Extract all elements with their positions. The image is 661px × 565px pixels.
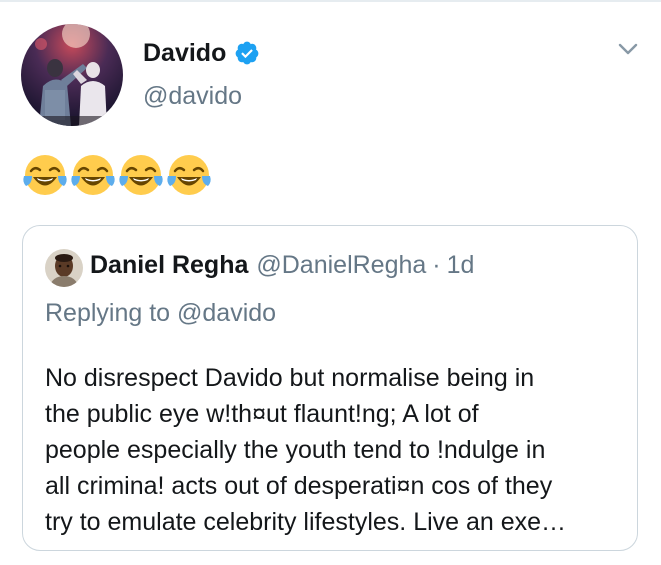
replying-to-label: Replying to @davido	[45, 299, 277, 327]
author-avatar[interactable]	[21, 24, 123, 126]
tweet-text	[22, 152, 212, 198]
face-with-tears-of-joy-emoji	[118, 152, 164, 198]
author-handle[interactable]: @davido	[143, 82, 242, 111]
avatar-image	[21, 24, 123, 126]
verified-badge-icon	[234, 40, 260, 66]
quoted-timestamp: 1d	[446, 251, 475, 279]
face-with-tears-of-joy-emoji	[70, 152, 116, 198]
quoted-text-line: the public eye w!th¤ut flaunt!ng; A lot …	[45, 400, 479, 428]
author-name-row[interactable]: Davido	[143, 36, 260, 70]
top-divider	[0, 0, 661, 2]
quoted-text-line: try to emulate celebrity lifestyles. Liv…	[45, 508, 567, 536]
quoted-avatar-image	[45, 249, 83, 287]
quoted-text-line: No disrespect Davido but normalise being…	[45, 364, 535, 392]
quoted-tweet-text: No disrespect Davido but normalise being…	[45, 360, 625, 540]
quoted-author-avatar	[45, 249, 83, 287]
quoted-text-line: people especially the youth tend to !ndu…	[45, 436, 546, 464]
quoted-author-handle: @DanielRegha	[256, 251, 427, 279]
quoted-text-line: all crimina! acts out of desperati¤n cos…	[45, 472, 553, 500]
header-separator: ·	[432, 251, 441, 279]
face-with-tears-of-joy-emoji	[166, 152, 212, 198]
chevron-down-icon[interactable]	[614, 38, 642, 60]
quoted-tweet-card[interactable]: Daniel Regha @DanielRegha · 1d Replying …	[22, 225, 638, 551]
author-display-name[interactable]: Davido	[143, 39, 226, 68]
face-with-tears-of-joy-emoji	[22, 152, 68, 198]
quoted-author-row: Daniel Regha @DanielRegha · 1d	[90, 251, 474, 280]
quoted-author-name: Daniel Regha	[90, 251, 249, 279]
